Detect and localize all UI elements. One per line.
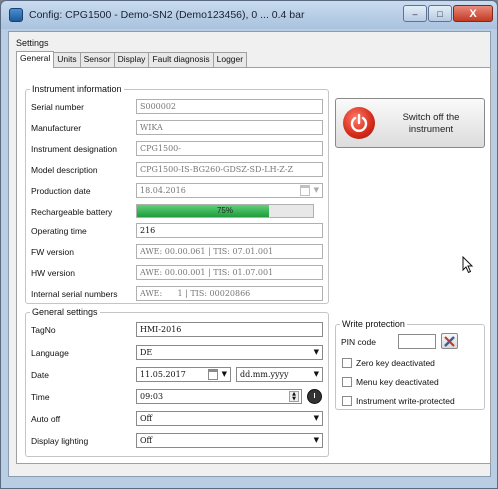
time-value: 09:03 bbox=[140, 392, 164, 401]
model-description-label: Model description bbox=[31, 165, 98, 175]
language-label: Language bbox=[31, 348, 69, 358]
display-lighting-value: Off bbox=[140, 436, 153, 445]
switch-off-label: Switch off the instrument bbox=[402, 112, 460, 135]
rechargeable-battery-label: Rechargeable battery bbox=[31, 207, 113, 217]
battery-progress-bar: 75% bbox=[136, 204, 314, 218]
serial-number-field: S000002 bbox=[136, 99, 323, 114]
chevron-down-icon: ▼ bbox=[313, 348, 319, 356]
language-select[interactable]: DE ▼ bbox=[136, 345, 323, 360]
date-format-select[interactable]: dd.mm.yyyy ▼ bbox=[236, 367, 323, 382]
app-icon bbox=[9, 8, 23, 22]
title-bar[interactable]: Config: CPG1500 - Demo-SN2 (Demo123456),… bbox=[1, 1, 497, 29]
general-settings-group: General settings TagNo HMI-2016 Language… bbox=[25, 307, 329, 457]
operating-time-field: 216 bbox=[136, 223, 323, 238]
tab-bar: General Units Sensor Display Fault diagn… bbox=[16, 51, 248, 68]
chevron-down-icon: ▼ bbox=[313, 370, 319, 378]
tagno-input[interactable]: HMI-2016 bbox=[136, 322, 323, 337]
battery-percent-text: 75% bbox=[216, 206, 233, 215]
calendar-icon bbox=[208, 369, 218, 380]
chevron-down-icon: ▼ bbox=[313, 414, 319, 422]
auto-off-label: Auto off bbox=[31, 414, 61, 424]
tab-general[interactable]: General bbox=[16, 51, 55, 68]
production-date-label: Production date bbox=[31, 186, 91, 196]
write-protected-label: Instrument write-protected bbox=[356, 396, 455, 406]
write-protected-checkbox[interactable] bbox=[342, 396, 352, 406]
tagno-label: TagNo bbox=[31, 325, 56, 335]
group-title: General settings bbox=[30, 307, 100, 317]
chevron-down-icon: ▼ bbox=[313, 186, 319, 194]
pin-code-input[interactable] bbox=[398, 334, 436, 349]
spinner-icon[interactable]: ▲ ▼ bbox=[289, 391, 299, 402]
date-picker[interactable]: 11.05.2017 ▼ bbox=[136, 367, 231, 382]
tab-display[interactable]: Display bbox=[113, 52, 150, 67]
date-label: Date bbox=[31, 370, 49, 380]
tools-icon[interactable] bbox=[441, 333, 458, 349]
zero-key-checkbox[interactable] bbox=[342, 358, 352, 368]
instrument-designation-label: Instrument designation bbox=[31, 144, 117, 154]
tab-units[interactable]: Units bbox=[53, 52, 81, 67]
mouse-pointer-icon bbox=[462, 256, 474, 274]
hw-version-field: AWE: 00.00.001 | TIS: 01.07.001 bbox=[136, 265, 323, 280]
clock-sync-button[interactable] bbox=[307, 389, 322, 404]
pin-code-label: PIN code bbox=[341, 337, 376, 347]
manufacturer-field: WIKA bbox=[136, 120, 323, 135]
instrument-designation-field: CPG1500- bbox=[136, 141, 323, 156]
internal-serial-numbers-label: Internal serial numbers bbox=[31, 289, 118, 299]
production-date-value: 18.04.2016 bbox=[140, 186, 186, 195]
display-lighting-select[interactable]: Off ▼ bbox=[136, 433, 323, 448]
date-format-value: dd.mm.yyyy bbox=[240, 370, 289, 379]
chevron-down-icon: ▼ bbox=[313, 436, 319, 444]
close-button[interactable]: X bbox=[453, 5, 493, 22]
production-date-field: 18.04.2016 ▼ bbox=[136, 183, 323, 198]
group-title: Instrument information bbox=[30, 84, 124, 94]
menu-key-label: Menu key deactivated bbox=[356, 377, 439, 387]
auto-off-value: Off bbox=[140, 414, 153, 423]
fw-version-label: FW version bbox=[31, 247, 74, 257]
menu-key-checkbox[interactable] bbox=[342, 377, 352, 387]
calendar-icon bbox=[300, 185, 310, 196]
tab-sensor[interactable]: Sensor bbox=[79, 52, 115, 67]
time-input[interactable]: 09:03 ▲ ▼ bbox=[136, 389, 302, 404]
general-tab-panel: Instrument information Serial number S00… bbox=[16, 67, 491, 464]
settings-label: Settings bbox=[16, 38, 49, 48]
serial-number-label: Serial number bbox=[31, 102, 84, 112]
display-lighting-label: Display lighting bbox=[31, 436, 89, 446]
model-description-field: CPG1500-IS-BG260-GDSZ-SD-LH-Z-Z bbox=[136, 162, 323, 177]
zero-key-label: Zero key deactivated bbox=[356, 358, 435, 368]
time-label: Time bbox=[31, 392, 50, 402]
write-protection-group: Write protection PIN code Zero key deact… bbox=[335, 319, 485, 410]
fw-version-field: AWE: 00.00.061 | TIS: 07.01.001 bbox=[136, 244, 323, 259]
config-window: Config: CPG1500 - Demo-SN2 (Demo123456),… bbox=[0, 0, 498, 489]
group-title: Write protection bbox=[340, 319, 407, 329]
chevron-down-icon: ▼ bbox=[221, 370, 227, 378]
language-value: DE bbox=[140, 348, 153, 357]
tab-logger[interactable]: Logger bbox=[212, 52, 248, 67]
auto-off-select[interactable]: Off ▼ bbox=[136, 411, 323, 426]
hw-version-label: HW version bbox=[31, 268, 75, 278]
operating-time-label: Operating time bbox=[31, 226, 87, 236]
minimize-button[interactable]: – bbox=[403, 5, 427, 22]
internal-serial-numbers-field: AWE: 1 | TIS: 00020866 bbox=[136, 286, 323, 301]
maximize-button[interactable]: □ bbox=[428, 5, 452, 22]
date-value: 11.05.2017 bbox=[140, 370, 186, 379]
window-title: Config: CPG1500 - Demo-SN2 (Demo123456),… bbox=[29, 9, 305, 21]
manufacturer-label: Manufacturer bbox=[31, 123, 82, 133]
power-icon bbox=[343, 107, 375, 139]
instrument-information-group: Instrument information Serial number S00… bbox=[25, 84, 329, 304]
tab-fault-diagnosis[interactable]: Fault diagnosis bbox=[148, 52, 214, 67]
switch-off-button[interactable]: Switch off the instrument bbox=[335, 98, 485, 148]
